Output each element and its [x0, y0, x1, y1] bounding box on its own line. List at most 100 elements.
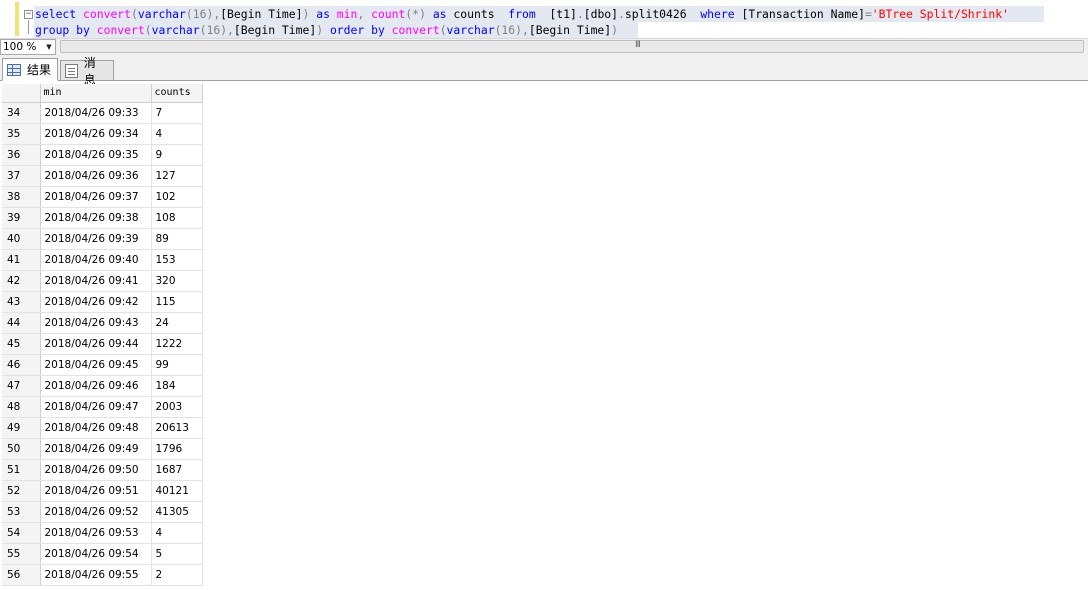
- counts-cell[interactable]: 1222: [151, 333, 203, 355]
- table-row[interactable]: 36 2018/04/26 09:35 9: [2, 144, 203, 166]
- row-number-cell[interactable]: 36: [2, 144, 41, 166]
- table-row[interactable]: 42 2018/04/26 09:41 320: [2, 270, 203, 292]
- query-editor[interactable]: − select convert(varchar(16),[Begin Time…: [0, 0, 1088, 38]
- table-row[interactable]: 49 2018/04/26 09:48 20613: [2, 417, 203, 439]
- table-row[interactable]: 37 2018/04/26 09:36 127: [2, 165, 203, 187]
- table-row[interactable]: 40 2018/04/26 09:39 89: [2, 228, 203, 250]
- table-row[interactable]: 35 2018/04/26 09:34 4: [2, 123, 203, 145]
- min-cell[interactable]: 2018/04/26 09:45: [40, 354, 152, 376]
- row-number-cell[interactable]: 37: [2, 165, 41, 187]
- counts-cell[interactable]: 2003: [151, 396, 203, 418]
- counts-cell[interactable]: 24: [151, 312, 203, 334]
- table-row[interactable]: 38 2018/04/26 09:37 102: [2, 186, 203, 208]
- chevron-down-icon[interactable]: ▼: [44, 40, 54, 54]
- counts-cell[interactable]: 127: [151, 165, 203, 187]
- counts-cell[interactable]: 4: [151, 123, 203, 145]
- counts-cell[interactable]: 184: [151, 375, 203, 397]
- row-number-cell[interactable]: 43: [2, 291, 41, 313]
- row-number-cell[interactable]: 39: [2, 207, 41, 229]
- table-row[interactable]: 34 2018/04/26 09:33 7: [2, 102, 203, 124]
- horizontal-scrollbar[interactable]: III: [58, 39, 1086, 55]
- row-number-cell[interactable]: 48: [2, 396, 41, 418]
- row-number-cell[interactable]: 49: [2, 417, 41, 439]
- row-number-cell[interactable]: 53: [2, 501, 41, 523]
- min-cell[interactable]: 2018/04/26 09:48: [40, 417, 152, 439]
- table-row[interactable]: 43 2018/04/26 09:42 115: [2, 291, 203, 313]
- min-cell[interactable]: 2018/04/26 09:34: [40, 123, 152, 145]
- row-number-cell[interactable]: 55: [2, 543, 41, 565]
- min-cell[interactable]: 2018/04/26 09:41: [40, 270, 152, 292]
- counts-cell[interactable]: 4: [151, 522, 203, 544]
- min-cell[interactable]: 2018/04/26 09:40: [40, 249, 152, 271]
- table-row[interactable]: 54 2018/04/26 09:53 4: [2, 522, 203, 544]
- min-cell[interactable]: 2018/04/26 09:43: [40, 312, 152, 334]
- column-header-min[interactable]: min: [40, 84, 152, 103]
- row-number-cell[interactable]: 52: [2, 480, 41, 502]
- row-number-cell[interactable]: 41: [2, 249, 41, 271]
- row-number-cell[interactable]: 35: [2, 123, 41, 145]
- table-row[interactable]: 39 2018/04/26 09:38 108: [2, 207, 203, 229]
- counts-cell[interactable]: 20613: [151, 417, 203, 439]
- min-cell[interactable]: 2018/04/26 09:52: [40, 501, 152, 523]
- min-cell[interactable]: 2018/04/26 09:51: [40, 480, 152, 502]
- counts-cell[interactable]: 1796: [151, 438, 203, 460]
- counts-cell[interactable]: 2: [151, 564, 203, 586]
- counts-cell[interactable]: 1687: [151, 459, 203, 481]
- table-row[interactable]: 48 2018/04/26 09:47 2003: [2, 396, 203, 418]
- min-cell[interactable]: 2018/04/26 09:36: [40, 165, 152, 187]
- min-cell[interactable]: 2018/04/26 09:39: [40, 228, 152, 250]
- min-cell[interactable]: 2018/04/26 09:38: [40, 207, 152, 229]
- scrollbar-thumb[interactable]: III: [60, 40, 1084, 53]
- counts-cell[interactable]: 40121: [151, 480, 203, 502]
- min-cell[interactable]: 2018/04/26 09:46: [40, 375, 152, 397]
- min-cell[interactable]: 2018/04/26 09:44: [40, 333, 152, 355]
- table-row[interactable]: 55 2018/04/26 09:54 5: [2, 543, 203, 565]
- row-number-cell[interactable]: 34: [2, 102, 41, 124]
- column-header-counts[interactable]: counts: [151, 84, 203, 103]
- table-row[interactable]: 52 2018/04/26 09:51 40121: [2, 480, 203, 502]
- counts-cell[interactable]: 108: [151, 207, 203, 229]
- row-number-cell[interactable]: 45: [2, 333, 41, 355]
- counts-cell[interactable]: 320: [151, 270, 203, 292]
- tab-messages[interactable]: 消息: [60, 56, 114, 87]
- table-row[interactable]: 47 2018/04/26 09:46 184: [2, 375, 203, 397]
- row-number-cell[interactable]: 47: [2, 375, 41, 397]
- select-all-corner[interactable]: [2, 84, 41, 103]
- query-line-1[interactable]: select convert(varchar(16),[Begin Time])…: [35, 6, 1009, 22]
- min-cell[interactable]: 2018/04/26 09:49: [40, 438, 152, 460]
- table-row[interactable]: 50 2018/04/26 09:49 1796: [2, 438, 203, 460]
- min-cell[interactable]: 2018/04/26 09:47: [40, 396, 152, 418]
- collapse-icon[interactable]: −: [24, 10, 33, 19]
- min-cell[interactable]: 2018/04/26 09:37: [40, 186, 152, 208]
- min-cell[interactable]: 2018/04/26 09:42: [40, 291, 152, 313]
- counts-cell[interactable]: 153: [151, 249, 203, 271]
- min-cell[interactable]: 2018/04/26 09:50: [40, 459, 152, 481]
- query-line-2[interactable]: group by convert(varchar(16),[Begin Time…: [35, 22, 618, 38]
- counts-cell[interactable]: 7: [151, 102, 203, 124]
- row-number-cell[interactable]: 44: [2, 312, 41, 334]
- row-number-cell[interactable]: 38: [2, 186, 41, 208]
- table-row[interactable]: 51 2018/04/26 09:50 1687: [2, 459, 203, 481]
- min-cell[interactable]: 2018/04/26 09:33: [40, 102, 152, 124]
- counts-cell[interactable]: 41305: [151, 501, 203, 523]
- row-number-cell[interactable]: 51: [2, 459, 41, 481]
- row-number-cell[interactable]: 50: [2, 438, 41, 460]
- min-cell[interactable]: 2018/04/26 09:35: [40, 144, 152, 166]
- zoom-select[interactable]: 100 % ▼: [0, 39, 56, 55]
- row-number-cell[interactable]: 56: [2, 564, 41, 586]
- min-cell[interactable]: 2018/04/26 09:54: [40, 543, 152, 565]
- min-cell[interactable]: 2018/04/26 09:55: [40, 564, 152, 586]
- table-row[interactable]: 53 2018/04/26 09:52 41305: [2, 501, 203, 523]
- row-number-cell[interactable]: 42: [2, 270, 41, 292]
- counts-cell[interactable]: 115: [151, 291, 203, 313]
- table-row[interactable]: 45 2018/04/26 09:44 1222: [2, 333, 203, 355]
- row-number-cell[interactable]: 54: [2, 522, 41, 544]
- counts-cell[interactable]: 9: [151, 144, 203, 166]
- counts-cell[interactable]: 89: [151, 228, 203, 250]
- min-cell[interactable]: 2018/04/26 09:53: [40, 522, 152, 544]
- counts-cell[interactable]: 102: [151, 186, 203, 208]
- table-row[interactable]: 56 2018/04/26 09:55 2: [2, 564, 203, 586]
- counts-cell[interactable]: 99: [151, 354, 203, 376]
- row-number-cell[interactable]: 46: [2, 354, 41, 376]
- row-number-cell[interactable]: 40: [2, 228, 41, 250]
